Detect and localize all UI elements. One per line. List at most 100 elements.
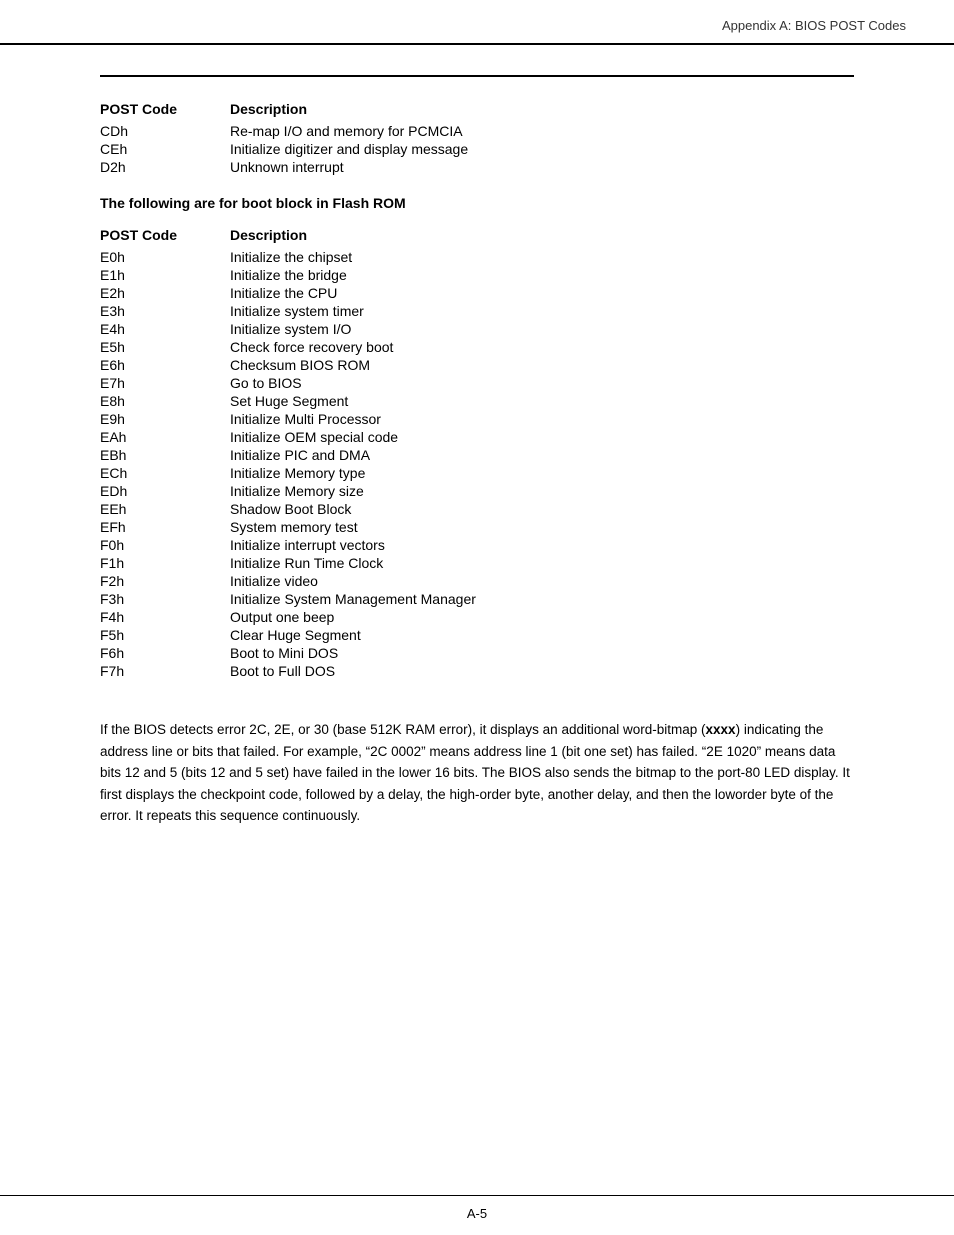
row-code: F1h (100, 555, 230, 571)
top-table-header: POST Code Description (100, 101, 854, 117)
flash-table-header: POST Code Description (100, 227, 854, 243)
flash-table: POST Code Description E0hInitialize the … (100, 227, 854, 679)
row-desc: Checksum BIOS ROM (230, 357, 854, 373)
row-desc: Initialize OEM special code (230, 429, 854, 445)
row-desc: Re-map I/O and memory for PCMCIA (230, 123, 854, 139)
row-desc: System memory test (230, 519, 854, 535)
flash-col2-header: Description (230, 227, 854, 243)
row-code: E9h (100, 411, 230, 427)
table-row: F2hInitialize video (100, 573, 854, 589)
row-code: E6h (100, 357, 230, 373)
row-code: F4h (100, 609, 230, 625)
row-desc: Initialize Multi Processor (230, 411, 854, 427)
row-code: EAh (100, 429, 230, 445)
row-code: F3h (100, 591, 230, 607)
flash-rom-heading: The following are for boot block in Flas… (100, 195, 854, 211)
row-desc: Initialize Memory size (230, 483, 854, 499)
row-desc: Initialize the bridge (230, 267, 854, 283)
table-row: EChInitialize Memory type (100, 465, 854, 481)
row-desc: Initialize System Management Manager (230, 591, 854, 607)
row-desc: Initialize video (230, 573, 854, 589)
row-code: CEh (100, 141, 230, 157)
row-code: E2h (100, 285, 230, 301)
page-number: A-5 (467, 1206, 487, 1221)
table-row: F4hOutput one beep (100, 609, 854, 625)
paragraph-text: If the BIOS detects error 2C, 2E, or 30 … (100, 722, 850, 823)
top-rule (100, 75, 854, 77)
page-header: Appendix A: BIOS POST Codes (0, 0, 954, 45)
row-desc: Check force recovery boot (230, 339, 854, 355)
row-desc: Initialize system timer (230, 303, 854, 319)
table-row: F7hBoot to Full DOS (100, 663, 854, 679)
row-code: D2h (100, 159, 230, 175)
top-col2-header: Description (230, 101, 854, 117)
row-code: E8h (100, 393, 230, 409)
row-code: ECh (100, 465, 230, 481)
row-desc: Shadow Boot Block (230, 501, 854, 517)
table-row: F0hInitialize interrupt vectors (100, 537, 854, 553)
row-desc: Boot to Mini DOS (230, 645, 854, 661)
table-row: F6hBoot to Mini DOS (100, 645, 854, 661)
table-row: F5hClear Huge Segment (100, 627, 854, 643)
table-row: E3hInitialize system timer (100, 303, 854, 319)
flash-col1-header: POST Code (100, 227, 230, 243)
paragraph-section: If the BIOS detects error 2C, 2E, or 30 … (100, 719, 854, 827)
row-desc: Initialize interrupt vectors (230, 537, 854, 553)
row-desc: Set Huge Segment (230, 393, 854, 409)
top-table: POST Code Description CDhRe-map I/O and … (100, 101, 854, 175)
row-desc: Initialize Memory type (230, 465, 854, 481)
row-desc: Initialize the CPU (230, 285, 854, 301)
header-title: Appendix A: BIOS POST Codes (722, 18, 906, 33)
table-row: E2hInitialize the CPU (100, 285, 854, 301)
table-row: E4hInitialize system I/O (100, 321, 854, 337)
table-row: E1hInitialize the bridge (100, 267, 854, 283)
table-row: EEhShadow Boot Block (100, 501, 854, 517)
row-code: E5h (100, 339, 230, 355)
table-row: E5hCheck force recovery boot (100, 339, 854, 355)
table-row: EDhInitialize Memory size (100, 483, 854, 499)
row-code: E3h (100, 303, 230, 319)
top-col1-header: POST Code (100, 101, 230, 117)
row-code: CDh (100, 123, 230, 139)
row-code: E4h (100, 321, 230, 337)
row-desc: Initialize system I/O (230, 321, 854, 337)
table-row: F3hInitialize System Management Manager (100, 591, 854, 607)
row-code: E0h (100, 249, 230, 265)
row-code: F2h (100, 573, 230, 589)
row-desc: Boot to Full DOS (230, 663, 854, 679)
table-row: E9hInitialize Multi Processor (100, 411, 854, 427)
row-desc: Initialize PIC and DMA (230, 447, 854, 463)
row-code: F0h (100, 537, 230, 553)
table-row: CEhInitialize digitizer and display mess… (100, 141, 854, 157)
row-code: F5h (100, 627, 230, 643)
row-desc: Initialize digitizer and display message (230, 141, 854, 157)
table-row: E7hGo to BIOS (100, 375, 854, 391)
bold-xxxx: xxxx (706, 722, 736, 737)
flash-table-rows: E0hInitialize the chipsetE1hInitialize t… (100, 249, 854, 679)
table-row: EAhInitialize OEM special code (100, 429, 854, 445)
page-footer: A-5 (0, 1195, 954, 1235)
row-code: E1h (100, 267, 230, 283)
table-row: F1hInitialize Run Time Clock (100, 555, 854, 571)
row-desc: Initialize Run Time Clock (230, 555, 854, 571)
row-code: EFh (100, 519, 230, 535)
row-desc: Output one beep (230, 609, 854, 625)
table-row: D2hUnknown interrupt (100, 159, 854, 175)
row-code: EBh (100, 447, 230, 463)
table-row: EFhSystem memory test (100, 519, 854, 535)
row-code: F7h (100, 663, 230, 679)
table-row: E0hInitialize the chipset (100, 249, 854, 265)
row-desc: Go to BIOS (230, 375, 854, 391)
row-desc: Clear Huge Segment (230, 627, 854, 643)
row-code: E7h (100, 375, 230, 391)
row-code: F6h (100, 645, 230, 661)
table-row: CDhRe-map I/O and memory for PCMCIA (100, 123, 854, 139)
table-row: EBhInitialize PIC and DMA (100, 447, 854, 463)
row-desc: Initialize the chipset (230, 249, 854, 265)
row-code: EDh (100, 483, 230, 499)
table-row: E6hChecksum BIOS ROM (100, 357, 854, 373)
row-desc: Unknown interrupt (230, 159, 854, 175)
table-row: E8hSet Huge Segment (100, 393, 854, 409)
top-table-rows: CDhRe-map I/O and memory for PCMCIACEhIn… (100, 123, 854, 175)
row-code: EEh (100, 501, 230, 517)
